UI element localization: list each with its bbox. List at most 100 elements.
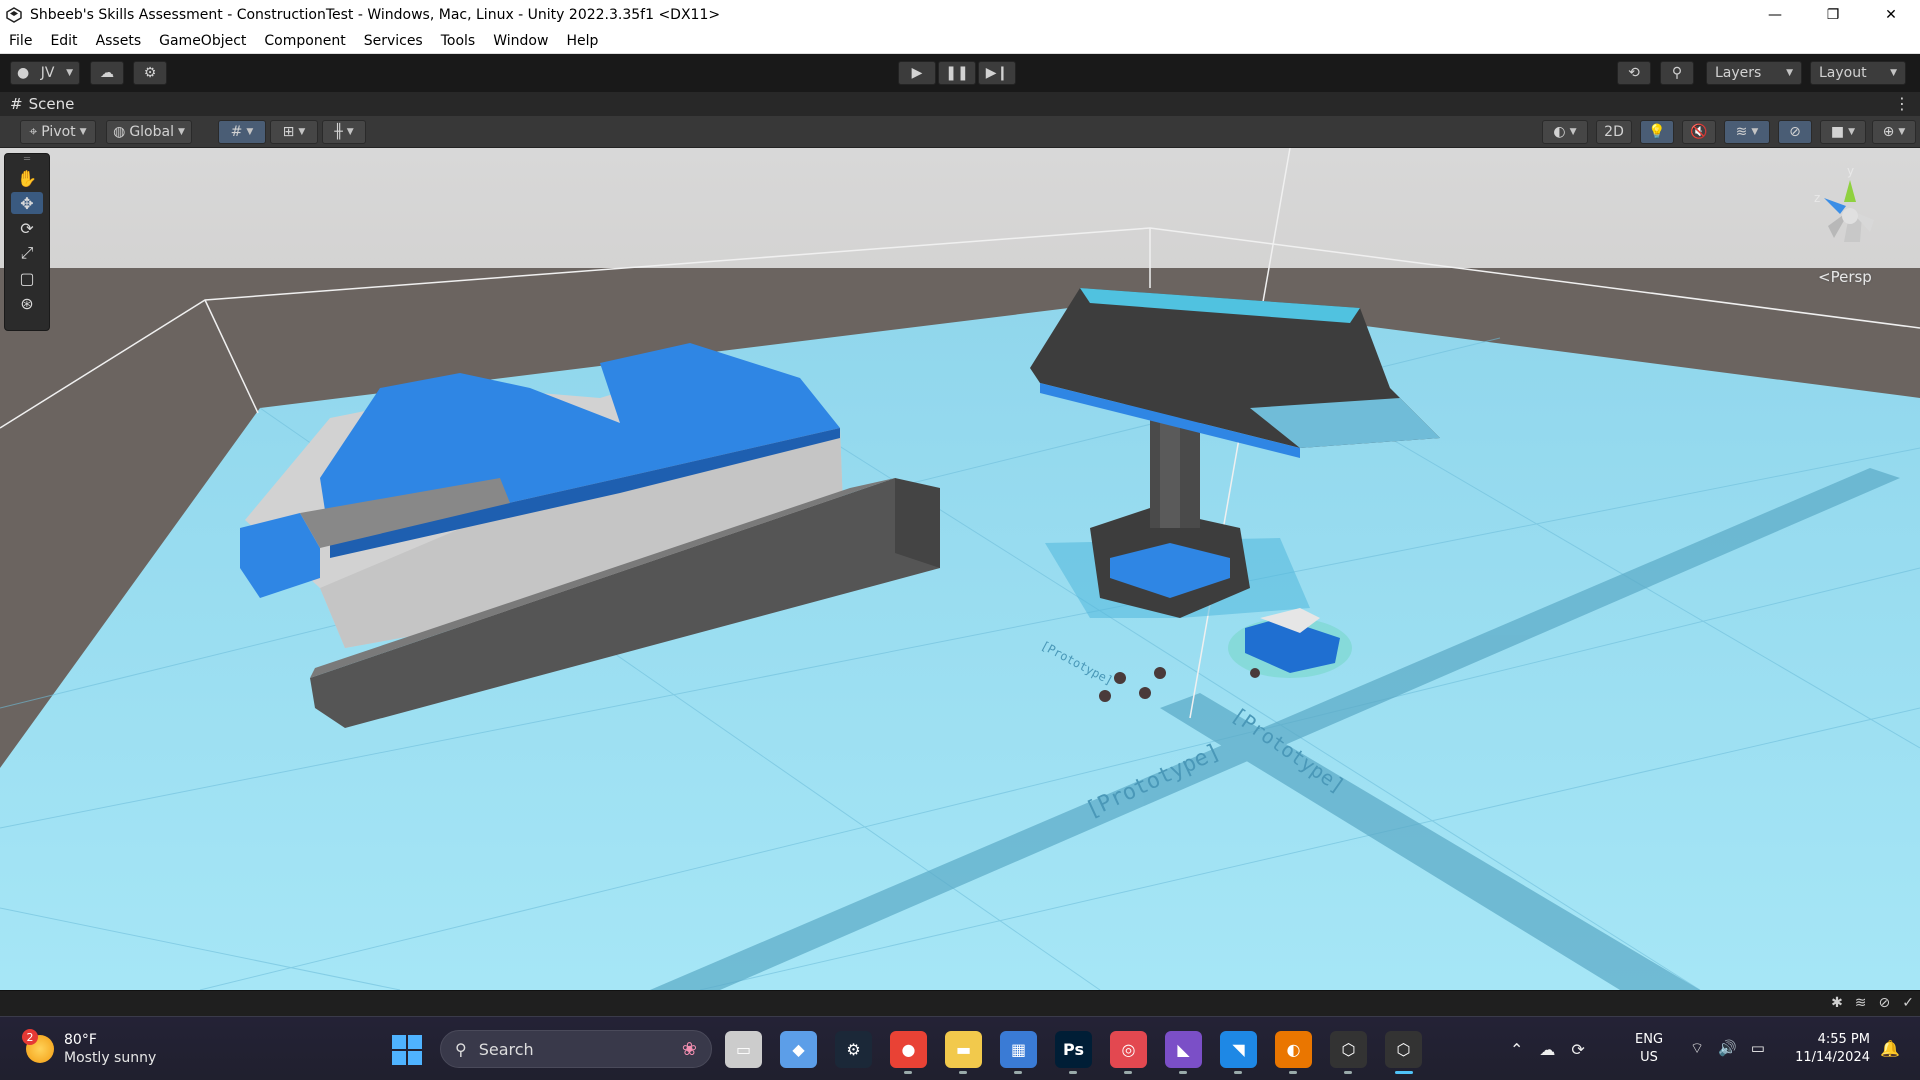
weather-condition: Mostly sunny (64, 1050, 157, 1066)
chevron-down-icon: ▼ (246, 127, 254, 137)
taskbar-search[interactable]: ⚲ Search ❀ (440, 1030, 712, 1068)
global-dropdown[interactable]: ◍ Global ▼ (106, 120, 192, 144)
projection-label: Persp (1830, 268, 1872, 286)
step-button[interactable]: ▶❙ (978, 61, 1016, 85)
quick-settings[interactable]: ⌔ 🔊 ▭ (1690, 1039, 1765, 1058)
audio-toggle[interactable]: 🔇 (1682, 120, 1716, 144)
lightbulb-icon: 💡 (1648, 124, 1666, 140)
scale-icon[interactable]: ⤢ (11, 242, 43, 264)
scene-visibility-toggle[interactable]: ⊘ (1778, 120, 1812, 144)
hand-icon[interactable]: ✋ (11, 167, 43, 189)
move-icon[interactable]: ✥ (11, 192, 43, 214)
network-icon[interactable]: ⊘ (1879, 995, 1891, 1011)
close-button[interactable]: ✕ (1862, 0, 1920, 29)
grid-snapping-button[interactable]: # ▼ (218, 120, 266, 144)
main-toolbar: ● JV ▼ ☁ ⚙ ▶ ❚❚ ▶❙ ⟲ ⚲ Layers ▼ Layout ▼ (0, 54, 1920, 92)
account-label: JV (40, 65, 55, 81)
wifi-icon: ⌔ (1690, 1039, 1705, 1057)
menu-edit[interactable]: Edit (41, 29, 86, 54)
menu-component[interactable]: Component (255, 29, 354, 54)
gizmos-dropdown[interactable]: ⊕ ▼ (1872, 120, 1916, 144)
chevron-down-icon: ▼ (1786, 68, 1793, 78)
play-button[interactable]: ▶ (898, 61, 936, 85)
scene-render[interactable]: [Prototype] [Prototype] [Prototype] (0, 148, 1920, 990)
tab-scene[interactable]: # Scene (0, 92, 84, 116)
rect-icon[interactable]: ▢ (11, 267, 43, 289)
blender-icon[interactable]: ◐ (1275, 1031, 1312, 1074)
gizmo-y-axis[interactable] (1844, 180, 1856, 202)
vs-code-icon[interactable]: ◥ (1220, 1031, 1257, 1074)
sync-icon[interactable]: ⟳ (1571, 1040, 1584, 1059)
onedrive-icon[interactable]: ☁ (1539, 1040, 1555, 1059)
chevron-down-icon: ▼ (346, 127, 354, 137)
menu-assets[interactable]: Assets (87, 29, 151, 54)
steam-icon[interactable]: ⚙ (835, 1031, 872, 1068)
clock[interactable]: 4:55 PM 11/14/2024 (1788, 1031, 1870, 1067)
start-button[interactable] (392, 1035, 422, 1065)
gizmo-z-label: z (1814, 191, 1820, 205)
pause-button[interactable]: ❚❚ (938, 61, 976, 85)
menu-help[interactable]: Help (557, 29, 607, 54)
language-indicator[interactable]: ENG US (1635, 1031, 1663, 1067)
layers-icon[interactable]: ≋ (1855, 995, 1867, 1011)
menu-file[interactable]: File (0, 29, 41, 54)
menu-services[interactable]: Services (355, 29, 432, 54)
lighting-toggle[interactable]: 💡 (1640, 120, 1674, 144)
debug-icon[interactable]: ✱ (1831, 995, 1843, 1011)
grid-icon: # (10, 95, 23, 113)
layers-dropdown[interactable]: Layers ▼ (1706, 61, 1802, 85)
menu-gameobject[interactable]: GameObject (150, 29, 255, 54)
chrome-icon[interactable]: ● (890, 1031, 927, 1074)
draw-mode-dropdown[interactable]: ◐ ▼ (1542, 120, 1588, 144)
drag-handle-icon[interactable]: ═ (5, 154, 49, 165)
cloud-button[interactable]: ☁ (90, 61, 124, 85)
menu-tools[interactable]: Tools (432, 29, 485, 54)
orientation-gizmo[interactable]: y z (1800, 160, 1900, 270)
transform-icon[interactable]: ⊛ (11, 292, 43, 314)
gizmo-y-label: y (1847, 164, 1854, 178)
chevron-up-icon[interactable]: ⌃ (1510, 1040, 1523, 1059)
account-icon: ● (17, 65, 30, 81)
search-button[interactable]: ⚲ (1660, 61, 1694, 85)
camera-dropdown[interactable]: ■ ▼ (1820, 120, 1866, 144)
layout-dropdown[interactable]: Layout ▼ (1810, 61, 1906, 85)
visual-studio-icon[interactable]: ◣ (1165, 1031, 1202, 1074)
grid-visibility-icon: ⊞ (282, 124, 295, 140)
restore-button[interactable]: ❐ (1804, 0, 1862, 29)
rotate-icon[interactable]: ⟳ (11, 217, 43, 239)
copilot-icon[interactable]: ◆ (780, 1031, 817, 1068)
playmode-controls: ▶ ❚❚ ▶❙ (898, 61, 1016, 85)
gizmo-z-axis[interactable] (1824, 198, 1846, 214)
microsoft-store-icon[interactable]: ▦ (1000, 1031, 1037, 1074)
task-view-icon[interactable]: ▭ (725, 1031, 762, 1068)
projection-toggle[interactable]: <Persp (1818, 268, 1872, 286)
tools-palette: ═ ✋ ✥ ⟳ ⤢ ▢ ⊛ (4, 153, 50, 331)
increment-snap-button[interactable]: ╫ ▼ (322, 120, 366, 144)
creative-cloud-icon[interactable]: ◎ (1110, 1031, 1147, 1074)
grid-visibility-button[interactable]: ⊞ ▼ (270, 120, 318, 144)
scene-viewport[interactable]: [Prototype] [Prototype] [Prototype] (0, 148, 1920, 990)
unity-logo-icon (6, 6, 22, 23)
account-dropdown[interactable]: ● JV ▼ (10, 61, 80, 85)
toggle-2d-button[interactable]: 2D (1596, 120, 1632, 144)
mute-icon: 🔇 (1690, 124, 1708, 140)
more-options-icon[interactable]: ⋮ (1894, 94, 1910, 113)
file-explorer-icon[interactable]: ▬ (945, 1031, 982, 1074)
unity-hub-icon[interactable]: ⬡ (1330, 1031, 1367, 1074)
collab-button[interactable]: ⚙ (133, 61, 167, 85)
back-arrow-icon: < (1818, 268, 1831, 286)
photoshop-icon[interactable]: Ps (1055, 1031, 1092, 1074)
notification-bell-icon[interactable]: 🔔 (1880, 1039, 1900, 1058)
minimize-button[interactable]: — (1746, 0, 1804, 29)
menu-window[interactable]: Window (484, 29, 557, 54)
undo-history-button[interactable]: ⟲ (1617, 61, 1651, 85)
search-icon: ⚲ (455, 1039, 467, 1059)
pivot-dropdown[interactable]: ⌖ Pivot ▼ (20, 120, 96, 144)
globe-icon: ◍ (113, 124, 126, 140)
effects-dropdown[interactable]: ≋ ▼ (1724, 120, 1770, 144)
check-icon[interactable]: ✓ (1902, 995, 1914, 1011)
language-code: ENG (1635, 1032, 1664, 1047)
weather-widget[interactable]: 2 80°F Mostly sunny (22, 1029, 157, 1067)
cloud-icon: ☁ (100, 65, 114, 81)
unity-editor-icon[interactable]: ⬡ (1385, 1031, 1422, 1074)
